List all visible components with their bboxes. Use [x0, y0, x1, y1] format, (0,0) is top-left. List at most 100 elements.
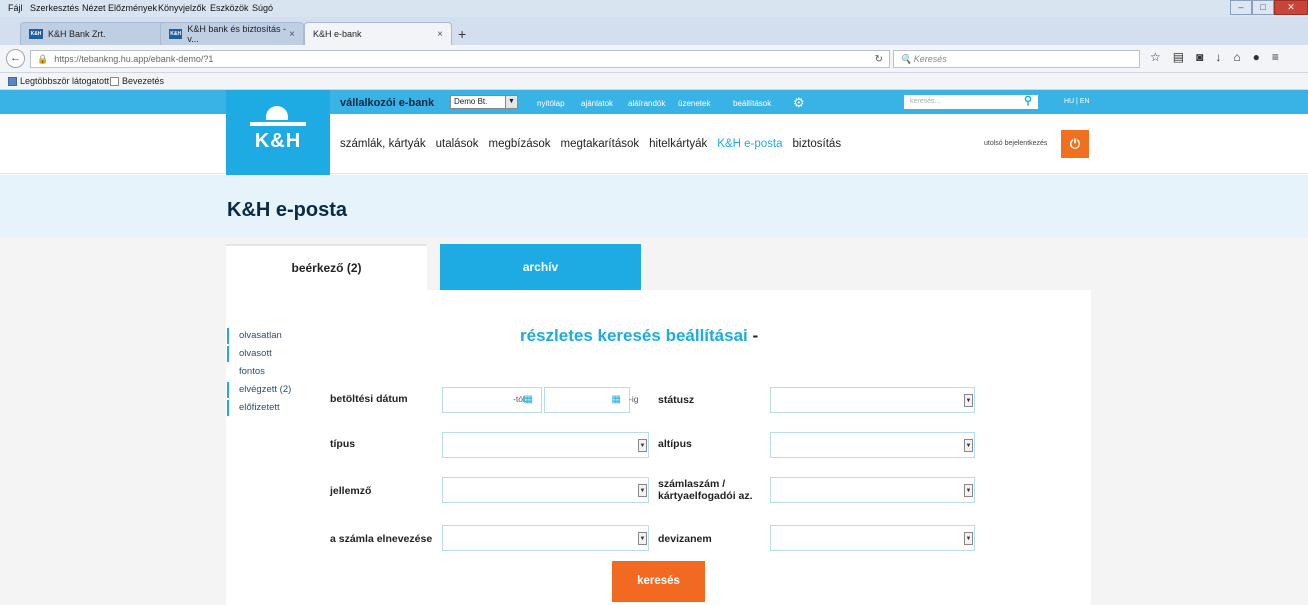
- back-icon[interactable]: ←: [6, 49, 25, 68]
- filter-done[interactable]: elvégzett (2): [227, 382, 291, 398]
- menu-bookmarks[interactable]: Könyvjelzők: [158, 3, 206, 13]
- power-icon[interactable]: ⏻: [1061, 130, 1089, 158]
- type-select[interactable]: ▼: [442, 432, 649, 458]
- search-settings-title[interactable]: részletes keresés beállításai -: [520, 326, 758, 346]
- search-title-text: részletes keresés beállításai: [520, 326, 748, 345]
- nav-accounts-cards[interactable]: számlák, kártyák: [340, 138, 426, 150]
- close-tab-icon[interactable]: ×: [437, 29, 443, 40]
- filter-unread[interactable]: olvasatlan: [227, 328, 291, 344]
- browser-tab-active[interactable]: K&H e-bank ×: [304, 22, 452, 45]
- chat-icon[interactable]: ●: [1253, 50, 1260, 64]
- filter-read[interactable]: olvasott: [227, 346, 291, 362]
- browser-navbar: ← 🔒 https://tebankng.hu.app/ebank-demo/?…: [0, 45, 1308, 73]
- toplink-messages[interactable]: üzenetek: [678, 99, 710, 108]
- account-number-label: számlaszám / kártyaelfogadói az.: [658, 478, 753, 502]
- toplink-settings[interactable]: beállítások: [733, 99, 771, 108]
- browser-tab[interactable]: K&H K&H bank és biztosítás - v... ×: [160, 22, 304, 45]
- currency-select[interactable]: ▼: [770, 525, 975, 551]
- browser-tabbar: K&H K&H Bank Zrt. × K&H K&H bank és bizt…: [0, 17, 1308, 45]
- browser-menubar: Fájl Szerkesztés Nézet Előzmények Könyvj…: [0, 0, 1308, 17]
- feature-select[interactable]: ▼: [442, 477, 649, 503]
- window-controls: ‒ □ ✕: [1230, 0, 1308, 16]
- site-search-placeholder: keresés...: [910, 98, 941, 105]
- account-number-select[interactable]: ▼: [770, 477, 975, 503]
- date-from-input[interactable]: ▦: [442, 387, 542, 413]
- kh-favicon-icon: K&H: [29, 29, 43, 39]
- new-tab-icon[interactable]: +: [458, 26, 466, 42]
- service-title: vállalkozói e-bank: [340, 97, 435, 109]
- site-search-input[interactable]: keresés... ⚲: [904, 95, 1038, 109]
- tab-archive[interactable]: archív: [440, 244, 641, 290]
- tab-inbox[interactable]: beérkező (2): [226, 244, 427, 290]
- menu-tools[interactable]: Eszközök: [210, 3, 249, 13]
- url-text: https://tebankng.hu.app/ebank-demo/?1: [54, 54, 214, 64]
- filter-subscribed[interactable]: előfizetett: [227, 400, 291, 416]
- subtype-label: altípus: [658, 438, 692, 450]
- toolbar-icons: ☆ ▤ ◙ ↓ ⌂ ● ≡: [1150, 50, 1279, 64]
- to-suffix: -ig: [629, 394, 639, 404]
- reading-list-icon[interactable]: ▤: [1173, 50, 1184, 64]
- status-select[interactable]: ▼: [770, 387, 975, 413]
- company-value: Demo Bt.: [454, 97, 488, 106]
- language-switch[interactable]: HU | EN: [1064, 98, 1090, 105]
- menu-view[interactable]: Nézet: [82, 3, 106, 13]
- nav-transfers[interactable]: utalások: [436, 138, 479, 150]
- chevron-down-icon: ▼: [505, 96, 517, 108]
- bookmark-intro[interactable]: Bevezetés: [110, 76, 164, 86]
- subtype-select[interactable]: ▼: [770, 432, 975, 458]
- page-title-band: [0, 175, 1308, 237]
- menu-file[interactable]: Fájl: [8, 3, 23, 13]
- nav-orders[interactable]: megbízások: [488, 138, 550, 150]
- nav-credit-cards[interactable]: hitelkártyák: [649, 138, 707, 150]
- load-date-label: betöltési dátum: [330, 393, 408, 405]
- nav-e-posta[interactable]: K&H e-posta: [717, 138, 782, 150]
- toplink-offers[interactable]: ajánlatok: [581, 99, 613, 108]
- chevron-down-icon: ▼: [964, 394, 973, 407]
- logo-dot: [266, 106, 288, 120]
- menu-edit[interactable]: Szerkesztés: [30, 3, 79, 13]
- date-to-input[interactable]: ▦: [544, 387, 630, 413]
- currency-label: devizanem: [658, 533, 712, 545]
- nav-savings[interactable]: megtakarítások: [561, 138, 640, 150]
- filter-important[interactable]: fontos: [227, 364, 291, 380]
- from-suffix: -tól: [513, 394, 525, 404]
- menu-icon[interactable]: ≡: [1272, 50, 1279, 64]
- chevron-down-icon: ▼: [638, 532, 647, 545]
- minimize-icon[interactable]: ‒: [1230, 0, 1252, 15]
- collapse-icon[interactable]: -: [753, 326, 759, 345]
- search-button[interactable]: keresés: [612, 561, 705, 602]
- close-tab-icon[interactable]: ×: [289, 29, 295, 40]
- search-icon[interactable]: ⚲: [1024, 94, 1032, 108]
- folder-icon: [8, 76, 17, 86]
- star-icon[interactable]: ☆: [1150, 50, 1161, 64]
- url-bar[interactable]: 🔒 https://tebankng.hu.app/ebank-demo/?1 …: [30, 50, 890, 68]
- browser-tab[interactable]: K&H K&H Bank Zrt. ×: [20, 22, 178, 45]
- gear-icon[interactable]: ⚙: [793, 95, 805, 111]
- browser-tab-label: K&H bank és biztosítás - v...: [187, 24, 286, 44]
- chevron-down-icon: ▼: [638, 484, 647, 497]
- reload-icon[interactable]: ↻: [875, 54, 883, 65]
- bookmark-most-visited[interactable]: Legtöbbször látogatott: [8, 76, 109, 86]
- company-select[interactable]: Demo Bt. ▼: [450, 95, 518, 109]
- toplink-home[interactable]: nyitólap: [537, 99, 565, 108]
- download-icon[interactable]: ↓: [1215, 50, 1221, 64]
- kh-logo[interactable]: K&H: [226, 90, 330, 180]
- logo-text: K&H: [254, 130, 302, 152]
- maximize-icon[interactable]: □: [1252, 0, 1274, 15]
- menu-history[interactable]: Előzmények: [108, 3, 157, 13]
- pocket-icon[interactable]: ◙: [1196, 50, 1203, 64]
- menu-help[interactable]: Súgó: [252, 3, 273, 13]
- calendar-icon[interactable]: ▦: [612, 394, 621, 405]
- lock-icon: 🔒: [37, 53, 49, 64]
- account-name-select[interactable]: ▼: [442, 525, 649, 551]
- nav-insurance[interactable]: biztosítás: [793, 138, 842, 150]
- account-name-label: a számla elnevezése: [330, 533, 433, 545]
- home-icon[interactable]: ⌂: [1233, 50, 1240, 64]
- toplink-to-sign[interactable]: aláírandók: [628, 99, 665, 108]
- close-window-icon[interactable]: ✕: [1274, 0, 1308, 15]
- main-nav: számlák, kártyák utalások megbízások meg…: [340, 138, 841, 150]
- browser-search-input[interactable]: 🔍 Keresés: [893, 50, 1140, 68]
- bookmarks-bar: Legtöbbször látogatott Bevezetés: [0, 73, 1308, 90]
- last-login-label[interactable]: utolsó bejelentkezés: [984, 140, 1047, 147]
- bookmark-label: Legtöbbször látogatott: [20, 76, 110, 86]
